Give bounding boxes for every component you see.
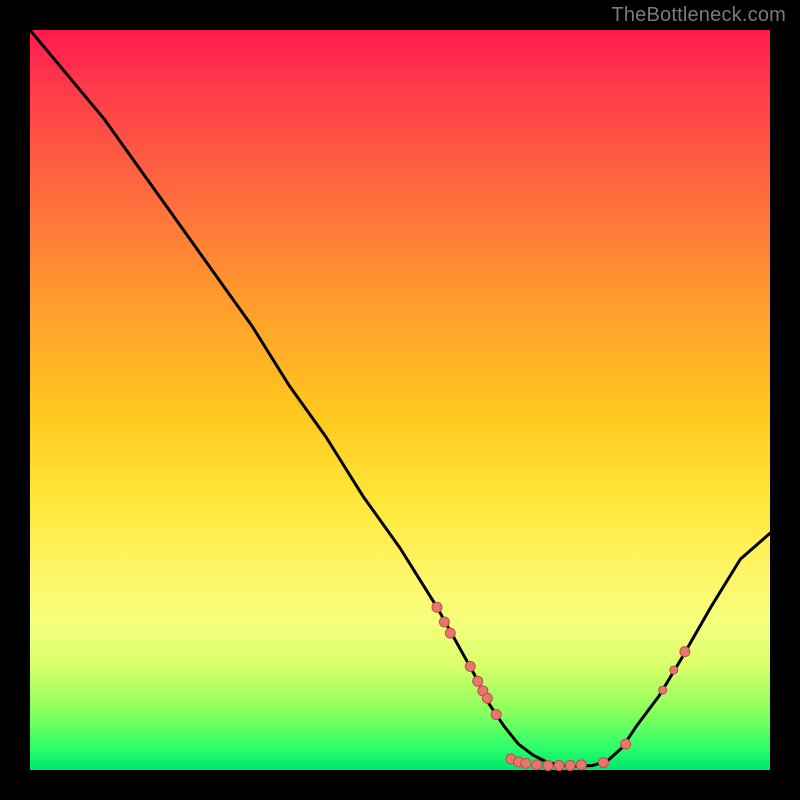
marker-point: [473, 676, 483, 686]
watermark-text: TheBottleneck.com: [611, 4, 786, 27]
marker-point: [576, 760, 586, 770]
marker-point: [621, 739, 631, 749]
plot-area: [30, 30, 770, 770]
marker-point: [543, 761, 553, 771]
marker-point: [521, 758, 531, 768]
marker-point: [659, 686, 667, 694]
marker-point: [491, 710, 501, 720]
marker-point: [680, 647, 690, 657]
chart-stage: TheBottleneck.com: [0, 0, 800, 800]
plot-svg-overlay: [30, 30, 770, 770]
marker-point: [532, 760, 542, 770]
marker-point: [565, 761, 575, 771]
marker-point: [670, 666, 678, 674]
marker-point: [445, 628, 455, 638]
marker-point: [482, 693, 492, 703]
marker-point: [432, 602, 442, 612]
marker-point: [599, 758, 609, 768]
bottleneck-curve: [30, 30, 770, 766]
curve-markers: [432, 602, 690, 770]
marker-point: [465, 661, 475, 671]
marker-point: [554, 761, 564, 771]
marker-point: [439, 617, 449, 627]
